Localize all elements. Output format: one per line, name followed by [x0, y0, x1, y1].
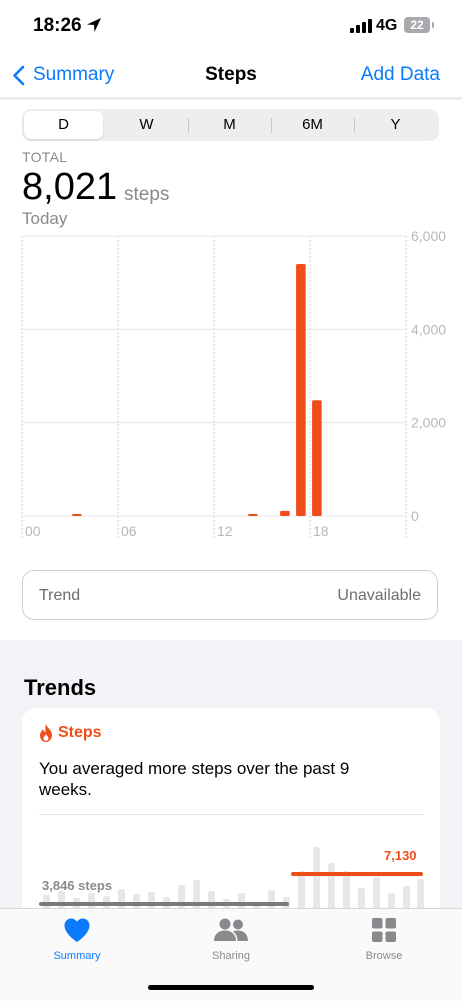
trend-row-status: Unavailable	[337, 587, 421, 604]
segment-divider	[271, 118, 272, 133]
chart-bar	[312, 400, 322, 516]
heart-icon	[64, 918, 90, 942]
total-steps-value: 8,021	[22, 166, 118, 208]
range-tab-month[interactable]: M	[190, 111, 269, 139]
chart-bar	[248, 514, 258, 516]
tab-browse-label: Browse	[365, 950, 403, 962]
trend-row-label: Trend	[39, 587, 81, 604]
trend-card-divider	[39, 814, 423, 815]
range-tab-day[interactable]: D	[24, 111, 103, 139]
header-separator	[0, 97, 462, 100]
range-tab-6-months[interactable]: 6M	[273, 111, 352, 139]
status-bar: 18:26 4G 22	[0, 0, 462, 50]
chart-x-tick-label: 00	[25, 523, 41, 539]
range-tab-week[interactable]: W	[107, 111, 186, 139]
people-icon	[214, 918, 248, 941]
home-indicator	[148, 985, 314, 990]
new-average-label: 7,130	[384, 848, 417, 863]
tab-sharing[interactable]: Sharing	[171, 917, 291, 962]
chart-y-tick-label: 2,000	[411, 415, 446, 431]
trend-card-metric: Steps	[58, 724, 102, 741]
chart-x-tick-label: 18	[313, 523, 329, 539]
segment-divider	[188, 118, 189, 133]
grid-icon	[372, 918, 396, 942]
cellular-signal-icon	[350, 19, 372, 33]
battery-tip	[432, 22, 434, 28]
chart-bar	[280, 510, 290, 516]
old-average-label: 3,846 steps	[42, 878, 113, 893]
network-type-label: 4G	[376, 17, 398, 34]
tab-summary-label: Summary	[53, 950, 101, 962]
time-range-segmented-control: D W M 6M Y	[22, 109, 439, 141]
flame-icon	[40, 724, 52, 742]
segment-divider	[354, 118, 355, 133]
chart-bar	[72, 514, 82, 516]
tab-sharing-label: Sharing	[212, 950, 250, 962]
status-time: 18:26	[33, 15, 82, 36]
add-data-button[interactable]: Add Data	[361, 64, 440, 86]
trends-heading: Trends	[24, 675, 97, 700]
chart-y-tick-label: 6,000	[411, 228, 446, 244]
total-label: TOTAL	[22, 149, 68, 165]
tab-browse[interactable]: Browse	[324, 917, 444, 962]
battery-icon: 22	[404, 17, 430, 33]
range-tab-year[interactable]: Y	[356, 111, 435, 139]
trend-card-message: You averaged more steps over the past 9 …	[39, 759, 350, 799]
navigation-bar: Summary Steps Add Data	[0, 50, 462, 100]
chart-bar	[296, 264, 306, 516]
chart-y-tick-label: 0	[411, 508, 419, 524]
total-steps-unit: steps	[124, 184, 170, 205]
steps-bar-chart[interactable]: 6,0004,0002,000000 06 12 18	[0, 225, 462, 545]
chart-y-tick-label: 4,000	[411, 321, 446, 337]
chart-x-tick-label: 12	[217, 523, 233, 539]
trend-comparison-chart	[39, 847, 424, 913]
tab-summary[interactable]: Summary	[17, 917, 137, 962]
trend-row[interactable]: Trend Unavailable	[22, 570, 438, 620]
chart-x-tick-label: 06	[121, 523, 137, 539]
location-arrow-icon	[87, 18, 101, 32]
